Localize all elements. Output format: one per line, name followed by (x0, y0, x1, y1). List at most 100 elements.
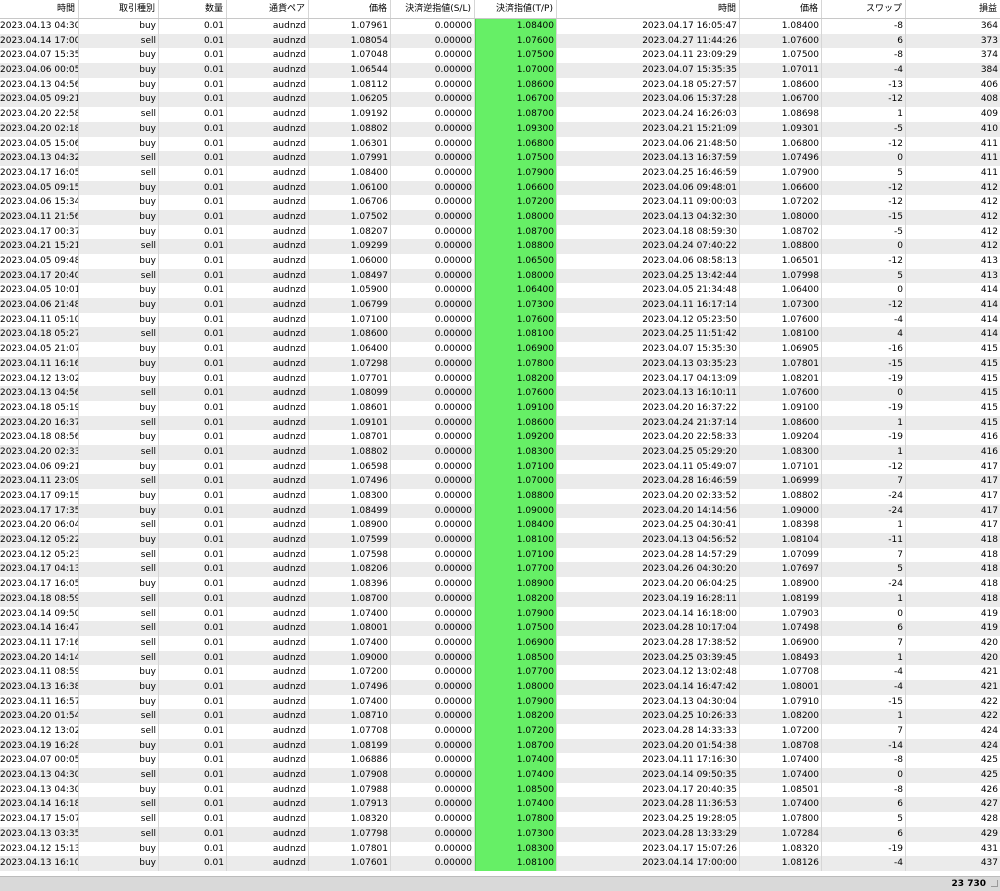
table-row[interactable]: 2023.04.11 16:57:49buy0.01audnzd1.074000… (0, 694, 1000, 710)
cell-open-time: 2023.04.21 15:21:10 (0, 239, 79, 254)
table-row[interactable]: 2023.04.13 04:32:31sell0.01audnzd1.07991… (0, 151, 1000, 166)
cell-swap: 1 (822, 709, 906, 724)
table-row[interactable]: 2023.04.17 15:07:26sell0.01audnzd1.08320… (0, 812, 1000, 827)
cell-close-time: 2023.04.11 17:16:30 (557, 753, 740, 769)
cell-sl: 0.00000 (391, 92, 475, 108)
table-row[interactable]: 2023.04.11 05:10:28buy0.01audnzd1.071000… (0, 312, 1000, 328)
table-row[interactable]: 2023.04.13 04:56:53sell0.01audnzd1.08099… (0, 386, 1000, 401)
cell-close-price: 1.09204 (740, 430, 822, 445)
column-header-close-time[interactable]: 時間 (557, 0, 740, 18)
column-header-profit[interactable]: 損益 (906, 0, 1000, 18)
table-row[interactable]: 2023.04.20 02:33:52sell0.01audnzd1.08802… (0, 444, 1000, 460)
cell-open-price: 1.07798 (309, 826, 391, 842)
table-row[interactable]: 2023.04.20 22:58:34sell0.01audnzd1.09192… (0, 107, 1000, 122)
cell-close-time: 2023.04.25 13:42:44 (557, 268, 740, 284)
cell-tp: 1.07900 (475, 165, 557, 181)
column-header-time[interactable]: 時間 (0, 0, 79, 18)
cell-symbol: audnzd (227, 224, 309, 240)
cell-symbol: audnzd (227, 121, 309, 137)
table-row[interactable]: 2023.04.17 17:35:27buy0.01audnzd1.084990… (0, 503, 1000, 519)
table-row[interactable]: 2023.04.06 00:05:34buy0.01audnzd1.065440… (0, 63, 1000, 78)
table-row[interactable]: 2023.04.12 05:23:51sell0.01audnzd1.07598… (0, 547, 1000, 563)
cell-symbol: audnzd (227, 165, 309, 181)
table-row[interactable]: 2023.04.13 03:35:24sell0.01audnzd1.07798… (0, 826, 1000, 842)
table-row[interactable]: 2023.04.20 16:37:23sell0.01audnzd1.09101… (0, 415, 1000, 431)
table-row[interactable]: 2023.04.18 08:59:30sell0.01audnzd1.08700… (0, 591, 1000, 607)
table-row[interactable]: 2023.04.13 04:30:04buy0.01audnzd1.079610… (0, 19, 1000, 34)
cell-open-price: 1.06000 (309, 254, 391, 269)
column-header-price[interactable]: 価格 (309, 0, 391, 18)
table-row[interactable]: 2023.04.12 05:22:10buy0.01audnzd1.075990… (0, 533, 1000, 548)
cell-open-price: 1.08802 (309, 444, 391, 460)
table-row[interactable]: 2023.04.05 15:06:08buy0.01audnzd1.063010… (0, 136, 1000, 152)
column-header-type[interactable]: 取引種別 (79, 0, 159, 18)
table-row[interactable]: 2023.04.19 16:28:12buy0.01audnzd1.081990… (0, 738, 1000, 754)
cell-close-time: 2023.04.24 16:26:03 (557, 107, 740, 122)
column-header-sl[interactable]: 決済逆指値(S/L) (391, 0, 475, 18)
cell-profit: 417 (980, 461, 998, 472)
table-row[interactable]: 2023.04.17 20:40:36sell0.01audnzd1.08497… (0, 268, 1000, 284)
table-row[interactable]: 2023.04.07 00:05:22buy0.01audnzd1.068860… (0, 753, 1000, 769)
column-header-swap[interactable]: スワップ (822, 0, 906, 18)
table-row[interactable]: 2023.04.12 15:13:56buy0.01audnzd1.078010… (0, 841, 1000, 857)
cell-volume: 0.01 (159, 195, 227, 210)
cell-close-price: 1.06800 (740, 136, 822, 152)
table-row[interactable]: 2023.04.13 16:10:11buy0.01audnzd1.076010… (0, 856, 1000, 871)
table-row[interactable]: 2023.04.17 16:05:47sell0.01audnzd1.08400… (0, 165, 1000, 181)
column-header-symbol[interactable]: 通貨ペア (227, 0, 309, 18)
table-row[interactable]: 2023.04.05 10:01:32buy0.01audnzd1.059000… (0, 283, 1000, 299)
table-row[interactable]: 2023.04.05 09:15:37buy0.01audnzd1.061000… (0, 180, 1000, 196)
table-row[interactable]: 2023.04.17 00:37:11buy0.01audnzd1.082070… (0, 224, 1000, 240)
table-row[interactable]: 2023.04.12 13:02:12buy0.01audnzd1.077010… (0, 371, 1000, 387)
table-row[interactable]: 2023.04.06 15:34:14buy0.01audnzd1.067060… (0, 195, 1000, 210)
table-row[interactable]: 2023.04.18 05:27:57sell0.01audnzd1.08600… (0, 327, 1000, 343)
table-row[interactable]: 2023.04.17 04:13:10sell0.01audnzd1.08206… (0, 562, 1000, 578)
cell-symbol: audnzd (227, 430, 309, 445)
table-row[interactable]: 2023.04.05 09:48:48buy0.01audnzd1.060000… (0, 254, 1000, 269)
table-row[interactable]: 2023.04.11 08:59:59buy0.01audnzd1.072000… (0, 665, 1000, 680)
cell-close-price: 1.08900 (740, 577, 822, 592)
cell-type: buy (79, 400, 159, 416)
table-row[interactable]: 2023.04.05 09:21:56buy0.01audnzd1.062050… (0, 92, 1000, 108)
table-row[interactable]: 2023.04.20 14:14:57sell0.01audnzd1.09000… (0, 650, 1000, 666)
table-row[interactable]: 2023.04.21 15:21:10sell0.01audnzd1.09299… (0, 239, 1000, 254)
cell-open-time: 2023.04.12 13:02:12 (0, 371, 79, 387)
table-row[interactable]: 2023.04.14 17:00:01sell0.01audnzd1.08054… (0, 33, 1000, 49)
cell-close-price: 1.06700 (740, 92, 822, 108)
cell-profit: 429 (980, 828, 998, 839)
table-row[interactable]: 2023.04.13 04:30:05sell0.01audnzd1.07908… (0, 768, 1000, 783)
table-row[interactable]: 2023.04.18 05:19:40buy0.01audnzd1.086010… (0, 400, 1000, 416)
table-row[interactable]: 2023.04.07 15:35:36buy0.01audnzd1.070480… (0, 48, 1000, 64)
cell-swap: -12 (822, 180, 906, 196)
table-row[interactable]: 2023.04.20 02:18:53buy0.01audnzd1.088020… (0, 121, 1000, 137)
table-row[interactable]: 2023.04.12 13:02:49sell0.01audnzd1.07708… (0, 724, 1000, 739)
resize-grip-icon[interactable] (991, 880, 998, 887)
column-header-volume[interactable]: 数量 (159, 0, 227, 18)
table-row[interactable]: 2023.04.06 09:21:17buy0.01audnzd1.065980… (0, 459, 1000, 475)
cell-open-price: 1.07601 (309, 856, 391, 871)
table-row[interactable]: 2023.04.14 16:18:01sell0.01audnzd1.07913… (0, 797, 1000, 813)
table-row[interactable]: 2023.04.06 21:48:07buy0.01audnzd1.067990… (0, 298, 1000, 313)
table-row[interactable]: 2023.04.18 08:56:08buy0.01audnzd1.087010… (0, 430, 1000, 445)
table-row[interactable]: 2023.04.20 01:54:39sell0.01audnzd1.08710… (0, 709, 1000, 724)
table-row[interactable]: 2023.04.11 17:16:31sell0.01audnzd1.07400… (0, 635, 1000, 651)
table-row[interactable]: 2023.04.13 16:38:00buy0.01audnzd1.074960… (0, 679, 1000, 695)
table-row[interactable]: 2023.04.11 21:56:49buy0.01audnzd1.075020… (0, 209, 1000, 225)
cell-swap: 5 (822, 562, 906, 578)
cell-type: sell (79, 474, 159, 489)
column-header-tp[interactable]: 決済指値(T/P) (475, 0, 557, 18)
table-row[interactable]: 2023.04.17 09:15:52buy0.01audnzd1.083000… (0, 489, 1000, 504)
cell-close-price: 1.07600 (740, 312, 822, 328)
table-row[interactable]: 2023.04.13 04:56:53buy0.01audnzd1.081120… (0, 77, 1000, 93)
table-row[interactable]: 2023.04.05 21:07:50buy0.01audnzd1.064000… (0, 342, 1000, 357)
table-row[interactable]: 2023.04.13 04:30:25buy0.01audnzd1.079880… (0, 782, 1000, 798)
table-row[interactable]: 2023.04.14 09:50:35sell0.01audnzd1.07400… (0, 606, 1000, 622)
cell-open-time: 2023.04.17 20:40:36 (0, 268, 79, 284)
table-row[interactable]: 2023.04.14 16:47:43sell0.01audnzd1.08001… (0, 621, 1000, 636)
table-row[interactable]: 2023.04.11 16:16:01buy0.01audnzd1.072980… (0, 356, 1000, 372)
table-row[interactable]: 2023.04.11 23:09:30sell0.01audnzd1.07496… (0, 474, 1000, 489)
table-row[interactable]: 2023.04.20 06:04:25sell0.01audnzd1.08900… (0, 518, 1000, 534)
column-header-close-price[interactable]: 価格 (740, 0, 822, 18)
table-row[interactable]: 2023.04.17 16:05:02buy0.01audnzd1.083960… (0, 577, 1000, 592)
cell-symbol: audnzd (227, 503, 309, 519)
